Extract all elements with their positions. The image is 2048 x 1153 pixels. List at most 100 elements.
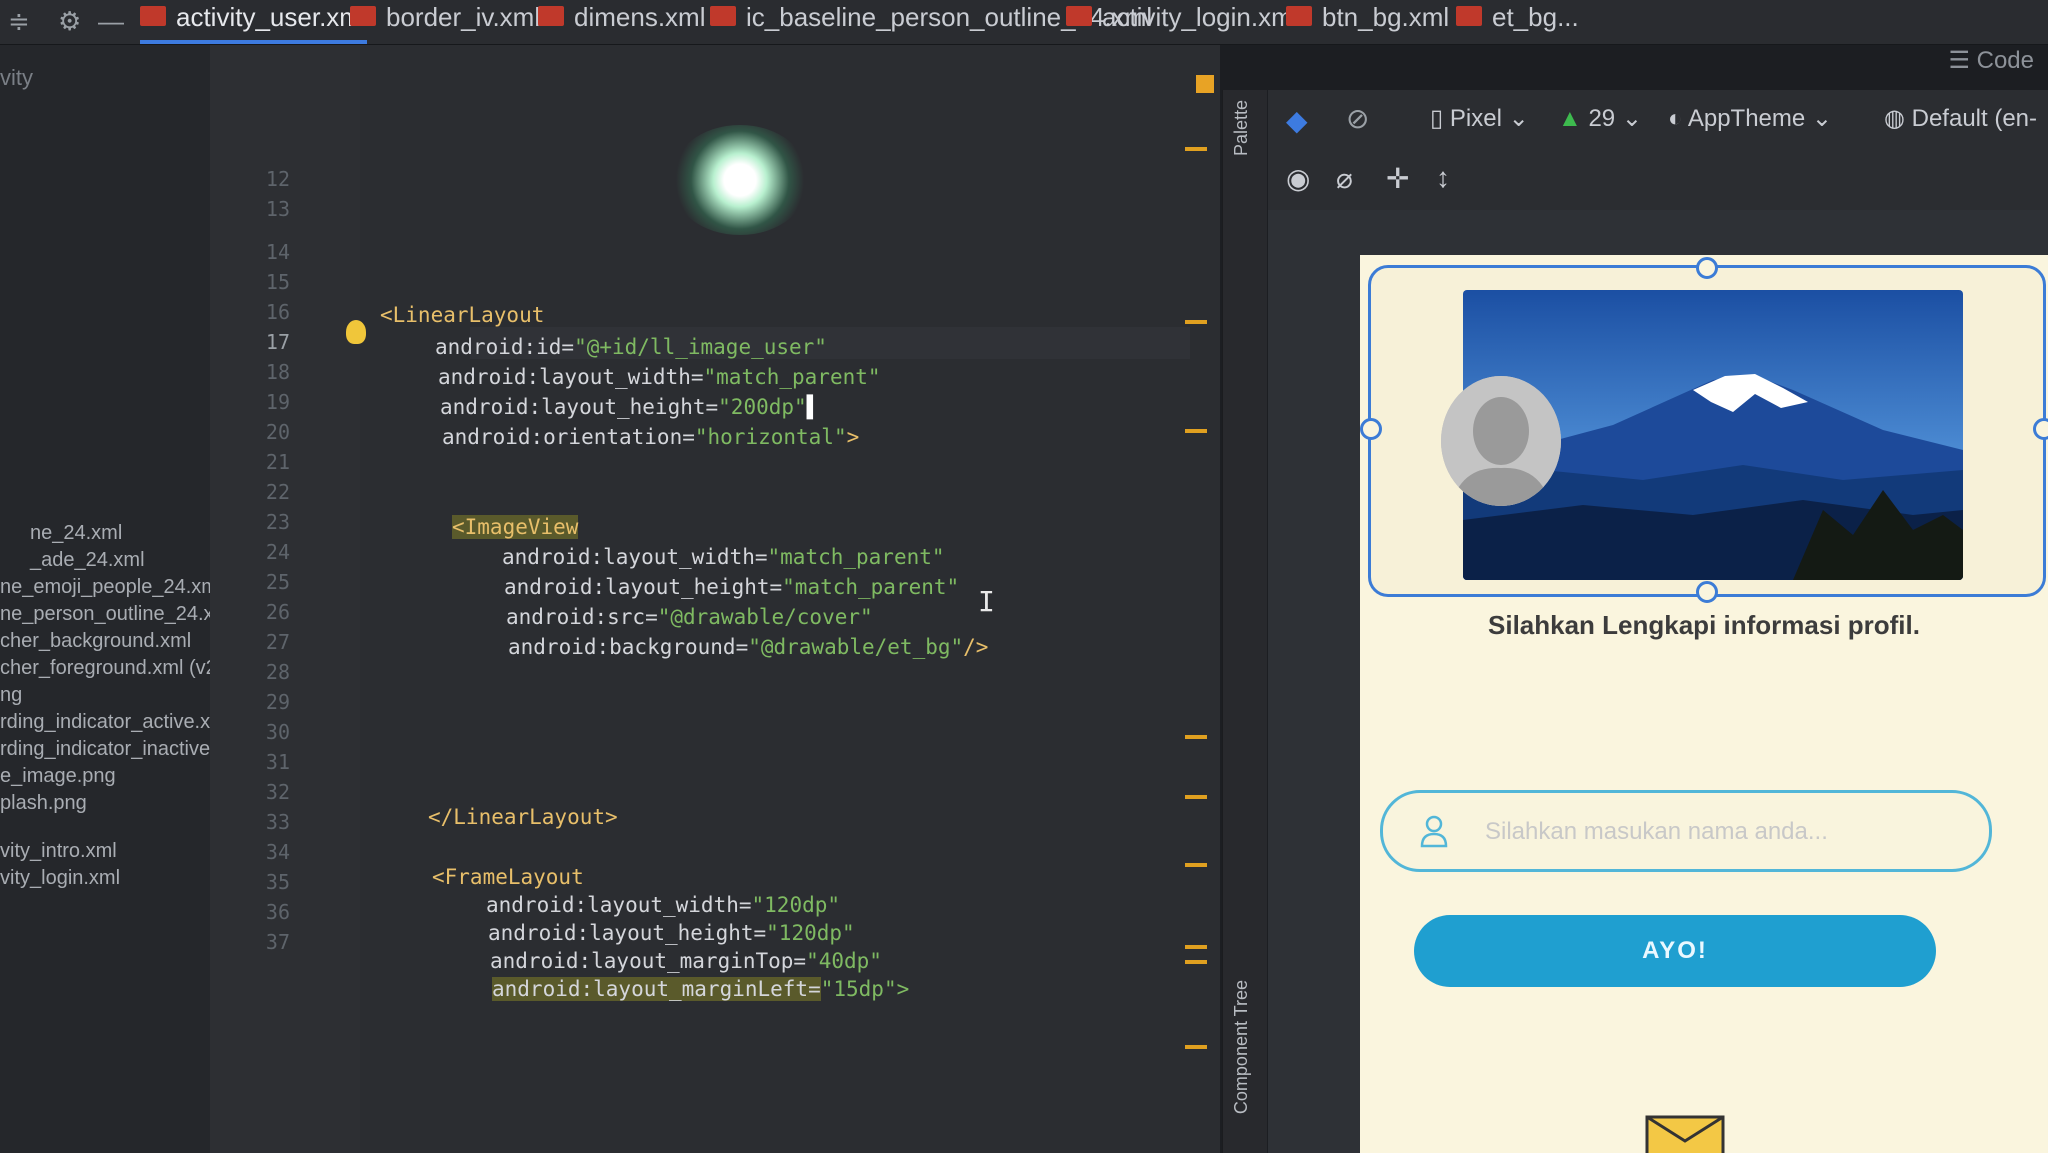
sidebar-file-item[interactable]: cher_foreground.xml (v26) — [0, 657, 210, 680]
scroll-marker[interactable] — [1185, 147, 1207, 151]
xml-tag: <LinearLayout — [380, 303, 545, 327]
code-line[interactable]: android:layout_height="match_parent" — [504, 575, 959, 599]
image-container[interactable] — [1360, 257, 2048, 603]
layers-icon[interactable]: ◆ — [1286, 104, 1308, 137]
warning-indicator-icon[interactable] — [1196, 75, 1214, 93]
line-number: 30 — [265, 720, 290, 744]
resize-handle[interactable] — [2033, 418, 2048, 440]
eye-icon[interactable]: ◉ — [1286, 162, 1310, 195]
xml-attribute: android:orientation= — [442, 425, 695, 449]
code-line[interactable]: android:layout_width="match_parent" — [438, 365, 881, 389]
tab-border-iv[interactable]: border_iv.xml — [350, 0, 540, 40]
layout-preview[interactable]: Silahkan Lengkapi informasi profil. AYO! — [1360, 255, 2048, 1153]
orientation-icon[interactable]: ⊘ — [1346, 102, 1369, 135]
line-number: 25 — [265, 570, 290, 594]
avatar[interactable] — [1441, 376, 1561, 506]
code-line[interactable]: android:background="@drawable/et_bg"/> — [508, 635, 988, 659]
scroll-marker[interactable] — [1185, 960, 1207, 964]
chevron-down-icon: ⌄ — [1508, 105, 1529, 132]
sidebar-file-item[interactable]: vity_login.xml — [0, 867, 120, 890]
sidebar-file-item[interactable]: ne_person_outline_24.xml — [0, 603, 210, 626]
scroll-marker[interactable] — [1185, 1045, 1207, 1049]
locale-selector[interactable]: ◍ Default (en- — [1884, 104, 2037, 133]
text-cursor-icon: I — [978, 585, 995, 618]
resize-handle[interactable] — [1696, 581, 1718, 603]
xml-value: "120dp" — [751, 893, 841, 917]
sidebar-file-item[interactable]: cher_background.xml — [0, 630, 191, 653]
code-line[interactable]: android:src="@drawable/cover" — [506, 605, 873, 629]
code-line[interactable]: android:layout_marginLeft="15dp"> — [492, 977, 909, 1001]
name-input-field[interactable] — [1380, 790, 1992, 872]
code-line[interactable]: <LinearLayout — [380, 303, 544, 327]
scroll-marker[interactable] — [1185, 320, 1207, 324]
xml-file-icon — [538, 6, 564, 27]
api-level-selector[interactable]: ▲ 29 ⌄ — [1558, 104, 1642, 133]
component-tree-tab[interactable]: Component Tree — [1231, 980, 1252, 1114]
lightbulb-icon[interactable] — [346, 320, 366, 344]
line-number: 20 — [265, 420, 290, 444]
profile-prompt-text: Silahkan Lengkapi informasi profil. — [1488, 610, 1920, 640]
project-sidebar: vity ne_24.xml _ade_24.xml ne_emoji_peop… — [0, 45, 211, 1153]
design-side-strip: Palette Component Tree — [1222, 90, 1267, 1153]
resize-handle[interactable] — [1360, 418, 1382, 440]
gear-icon[interactable]: ⚙ — [58, 6, 81, 37]
tab-dimens[interactable]: dimens.xml — [538, 0, 705, 40]
tab-activity-user[interactable]: activity_user.xml — [140, 0, 367, 44]
scroll-marker[interactable] — [1185, 863, 1207, 867]
xml-value: "@+id/ll_image_user" — [574, 335, 827, 359]
sidebar-file-item[interactable]: rding_indicator_active.xml — [0, 711, 210, 734]
minimize-icon[interactable]: — — [98, 6, 124, 37]
magnet-icon[interactable]: ⌀ — [1336, 162, 1353, 195]
code-editor[interactable]: 12 13 14 15 16 17 18 19 20 21 22 23 24 2… — [210, 45, 1220, 1153]
sidebar-file-item[interactable]: vity_intro.xml — [0, 840, 117, 863]
xml-attribute: android:layout_height= — [488, 921, 767, 945]
code-line[interactable]: </LinearLayout> — [428, 805, 618, 829]
scroll-marker[interactable] — [1185, 945, 1207, 949]
device-selector[interactable]: ▯ Pixel ⌄ — [1430, 104, 1529, 133]
theme-label: AppTheme — [1687, 105, 1806, 132]
code-line[interactable]: android:layout_width="120dp" — [486, 893, 840, 917]
collapse-icon[interactable]: ≑ — [8, 6, 30, 37]
sidebar-file-item[interactable]: plash.png — [0, 792, 87, 815]
code-line[interactable]: android:id="@+id/ll_image_user" — [435, 335, 827, 359]
sidebar-file-item[interactable]: _ade_24.xml — [30, 549, 145, 572]
list-icon: ☰ — [1948, 47, 1970, 74]
sidebar-file-item[interactable]: rding_indicator_inactive.xml — [0, 738, 210, 761]
ayo-button[interactable]: AYO! — [1414, 915, 1936, 987]
xml-attribute: android:layout_marginTop= — [490, 949, 807, 973]
vertical-constraint-icon[interactable]: ↕ — [1436, 162, 1450, 194]
line-number: 19 — [265, 390, 290, 414]
name-input[interactable] — [1483, 811, 1957, 853]
xml-value: "120dp" — [766, 921, 855, 945]
sidebar-file-item[interactable]: ne_emoji_people_24.xml — [0, 576, 210, 599]
locale-label: Default (en- — [1911, 105, 2038, 132]
resize-handle[interactable] — [1696, 257, 1718, 279]
theme-selector[interactable]: ◐ AppTheme ⌄ — [1668, 104, 1832, 133]
sidebar-file-item[interactable]: ne_24.xml — [30, 522, 122, 545]
tab-activity-login[interactable]: activity_login.xml — [1066, 0, 1299, 40]
scroll-marker[interactable] — [1185, 429, 1207, 433]
horizontal-constraint-icon[interactable]: ✛ — [1386, 162, 1409, 195]
scroll-marker[interactable] — [1185, 735, 1207, 739]
palette-tab[interactable]: Palette — [1231, 100, 1252, 156]
code-line[interactable]: android:layout_width="match_parent" — [502, 545, 945, 569]
code-line[interactable]: android:layout_marginTop="40dp" — [490, 949, 882, 973]
line-number: 18 — [265, 360, 290, 384]
code-line[interactable]: android:layout_height="120dp" — [488, 921, 855, 945]
code-line[interactable]: <ImageView — [452, 515, 579, 539]
tab-label: et_bg... — [1492, 2, 1579, 32]
tab-et-bg[interactable]: et_bg... — [1456, 0, 1579, 40]
tab-label: border_iv.xml — [386, 2, 541, 32]
sidebar-file-item[interactable]: ng — [0, 684, 22, 707]
xml-value: "horizontal" — [694, 425, 847, 449]
scroll-marker[interactable] — [1185, 795, 1207, 799]
xml-attribute: android:layout_height= — [440, 395, 719, 419]
tab-label: dimens.xml — [574, 2, 706, 32]
tab-btn-bg[interactable]: btn_bg.xml — [1286, 0, 1449, 40]
code-line[interactable]: <FrameLayout — [432, 865, 584, 889]
sidebar-file-item[interactable]: e_image.png — [0, 765, 116, 788]
code-view-button[interactable]: ☰ Code — [1948, 46, 2034, 75]
design-canvas[interactable]: Silahkan Lengkapi informasi profil. AYO! — [1268, 210, 2048, 1153]
code-line[interactable]: android:layout_height="200dp"▌ — [440, 395, 819, 419]
code-line[interactable]: android:orientation="horizontal"> — [442, 425, 859, 449]
